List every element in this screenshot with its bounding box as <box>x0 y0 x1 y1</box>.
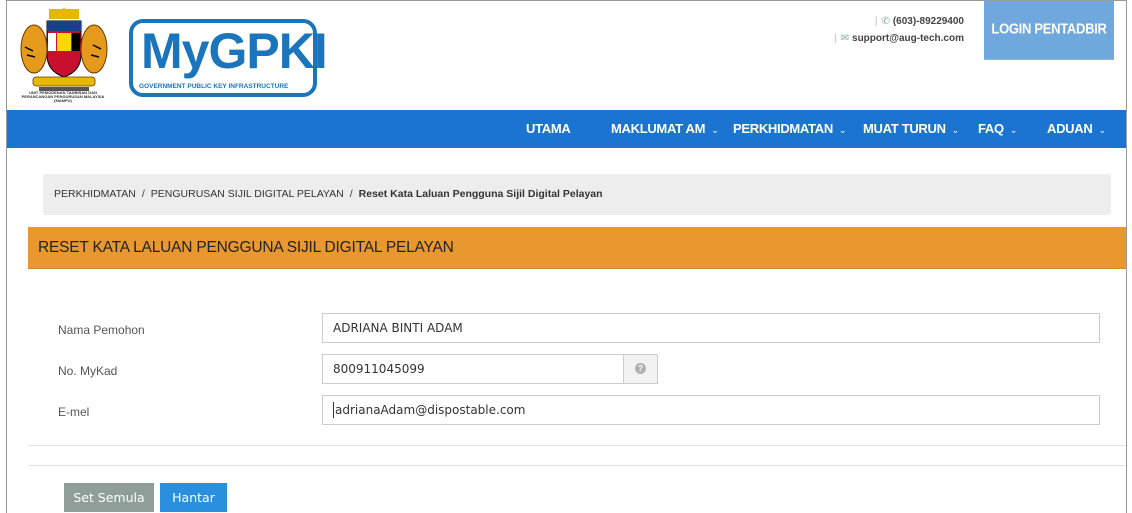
breadcrumb-separator: / <box>141 188 145 200</box>
breadcrumb: PERKHIDMATAN / PENGURUSAN SIJIL DIGITAL PE… <box>43 174 1111 215</box>
text-cursor <box>333 401 334 418</box>
breadcrumb-active: Reset Kata Laluan Pengguna Sijil Digital… <box>358 188 603 200</box>
reset-button[interactable]: Set Semula <box>64 483 154 512</box>
nav-label: MUAT TURUN <box>863 121 946 136</box>
chevron-down-icon: ⌄ <box>951 125 960 135</box>
phone-icon: ✆ <box>881 16 890 27</box>
crest-caption: UNIT PEMODENAN TADBIRAN DAN PERANCANGAN … <box>21 90 105 103</box>
logo-text: MyGPKI <box>141 23 328 79</box>
nav-item-muat-turun[interactable]: MUAT TURUN ⌄ <box>863 110 959 148</box>
chevron-down-icon: ⌄ <box>838 125 847 135</box>
chevron-down-icon: ⌄ <box>711 125 719 135</box>
site-header: UNIT PEMODENAN TADBIRAN DAN PERANCANGAN … <box>7 1 1126 110</box>
mykad-label: No. MyKad <box>58 364 118 378</box>
nav-label: UTAMA <box>526 121 571 136</box>
nav-item-utama[interactable]: UTAMA <box>526 110 571 148</box>
email-field-value: adrianaAdam@dispostable.com <box>335 403 526 417</box>
nav-item-maklumat-am[interactable]: MAKLUMAT AM ⌄ <box>611 110 719 148</box>
nav-item-aduan[interactable]: ADUAN ⌄ <box>1047 110 1106 148</box>
email-row: | ✉ support@aug-tech.com <box>834 33 964 44</box>
breadcrumb-separator: / <box>349 188 353 200</box>
question-circle-icon: ? <box>635 363 646 375</box>
chevron-down-icon: ⌄ <box>1098 125 1106 135</box>
main-nav: UTAMA MAKLUMAT AM ⌄ PERKHIDMATAN ⌄ MUAT TU… <box>7 110 1126 148</box>
support-email[interactable]: support@aug-tech.com <box>852 33 964 44</box>
submit-button[interactable]: Hantar <box>160 483 227 512</box>
nav-item-faq[interactable]: FAQ ⌄ <box>978 110 1017 148</box>
panel-header: RESET KATA LALUAN PENGGUNA SIJIL DIGITAL… <box>28 227 1126 269</box>
email-field[interactable]: adrianaAdam@dispostable.com <box>322 395 1100 425</box>
contact-info: | ✆ (603)-89229400 | ✉ support@aug-tech.com <box>834 13 964 47</box>
page-frame: UNIT PEMODENAN TADBIRAN DAN PERANCANGAN … <box>6 0 1127 513</box>
login-admin-button[interactable]: LOGIN PENTADBIR <box>984 1 1114 60</box>
phone-row: | ✆ (603)-89229400 <box>874 16 964 27</box>
nav-label: MAKLUMAT AM <box>611 121 706 136</box>
mykad-field[interactable]: 800911045099 <box>322 354 624 384</box>
breadcrumb-item-perkhidmatan[interactable]: PERKHIDMATAN <box>54 188 136 200</box>
breadcrumb-item-pengurusan[interactable]: PENGURUSAN SIJIL DIGITAL PELAYAN <box>151 188 344 200</box>
coat-of-arms-icon <box>20 7 108 91</box>
phone-number: (603)-89229400 <box>892 16 964 27</box>
nav-label: ADUAN <box>1047 121 1093 136</box>
name-label: Nama Pemohon <box>58 323 145 337</box>
panel-title: RESET KATA LALUAN PENGGUNA SIJIL DIGITAL… <box>38 239 454 256</box>
email-label: E-mel <box>58 405 90 419</box>
nav-label: FAQ <box>978 121 1004 136</box>
nav-label: PERKHIDMATAN <box>733 121 833 136</box>
chevron-down-icon: ⌄ <box>1009 125 1018 135</box>
mykad-help-addon[interactable]: ? <box>624 354 658 384</box>
envelope-icon: ✉ <box>840 33 850 44</box>
name-field[interactable]: ADRIANA BINTI ADAM <box>322 313 1100 343</box>
mygpki-logo[interactable]: MyGPKI GOVERNMENT PUBLIC KEY INFRASTRUCT… <box>129 19 328 97</box>
logo-subtitle: GOVERNMENT PUBLIC KEY INFRASTRUCTURE <box>139 83 289 90</box>
nav-item-perkhidmatan[interactable]: PERKHIDMATAN ⌄ <box>733 110 846 148</box>
